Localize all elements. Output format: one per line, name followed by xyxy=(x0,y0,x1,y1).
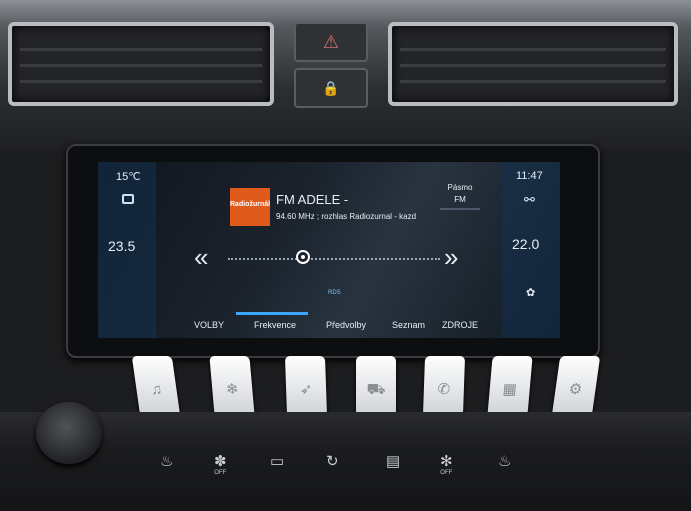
tab-zdroje[interactable]: ZDROJE xyxy=(442,320,478,330)
next-station-button[interactable]: » xyxy=(444,242,458,273)
seat-heat-right-button[interactable]: ♨ xyxy=(498,452,511,470)
radio-tab-bar: VOLBY Frekvence Předvolby Seznam ZDROJE xyxy=(156,312,502,338)
music-note-icon: ♫ xyxy=(149,381,164,398)
tab-seznam[interactable]: Seznam xyxy=(392,320,425,330)
frequency-slider-handle[interactable] xyxy=(296,250,310,264)
recirculation-icon: ↻ xyxy=(326,453,339,470)
station-logo: Radiožurnál xyxy=(230,188,270,226)
frequency-text: 94.60 MHz ; rozhlas Radiozurnal - kazd xyxy=(276,212,417,221)
rear-defrost-icon: ▤ xyxy=(386,453,401,470)
climate-control-panel xyxy=(0,412,691,511)
car-icon: ⛟ xyxy=(366,381,386,398)
fan-off-icon: ✽ xyxy=(214,453,227,470)
outside-temperature: 15℃ xyxy=(116,171,141,183)
active-tab-indicator xyxy=(236,312,308,315)
previous-station-button[interactable]: « xyxy=(194,242,208,273)
band-selector[interactable]: Pásmo FM xyxy=(440,182,480,210)
right-air-vent[interactable] xyxy=(388,22,678,106)
hazard-button[interactable]: ⚠ xyxy=(294,22,368,62)
phone-key[interactable]: ✆ xyxy=(422,356,466,416)
hazard-icon: ⚠ xyxy=(322,32,340,52)
seat-heat-right-icon: ♨ xyxy=(498,453,512,470)
rear-defrost-button[interactable]: ▤ xyxy=(386,452,400,470)
tab-frekvence[interactable]: Frekvence xyxy=(254,320,296,330)
ac-off-button[interactable]: ✽ OFF xyxy=(214,452,227,476)
gear-icon: ⚙ xyxy=(567,381,584,398)
lock-icon: 🔒 xyxy=(322,80,340,96)
navigation-key[interactable]: ➶ xyxy=(284,356,328,416)
apps-icon: ▦ xyxy=(501,381,518,398)
climate-off-label: OFF xyxy=(440,470,453,476)
tab-volby[interactable]: VOLBY xyxy=(194,320,224,330)
climate-icon: ❄ xyxy=(225,381,240,398)
left-temperature[interactable]: 23.5 xyxy=(108,238,135,254)
climate-off-button[interactable]: ✻ OFF xyxy=(440,452,453,476)
fan-icon[interactable]: ✿ xyxy=(526,286,535,299)
seat-heat-left-button[interactable]: ♨ xyxy=(160,452,173,470)
rds-label: RDS xyxy=(328,290,341,296)
connectivity-icon[interactable]: ⚯ xyxy=(524,192,535,208)
apps-key[interactable]: ▦ xyxy=(487,356,533,416)
station-name: FM ADELE - xyxy=(276,192,349,207)
settings-key[interactable]: ⚙ xyxy=(551,356,601,416)
right-climate-column: 11:47 ⚯ 22.0 ✿ xyxy=(502,162,560,338)
left-climate-column: 15℃ 23.5 xyxy=(98,162,156,338)
clock: 11:47 xyxy=(516,170,543,182)
defrost-icon: ▭ xyxy=(270,453,285,470)
band-label: Pásmo xyxy=(447,183,473,192)
seat-heat-icon: ♨ xyxy=(160,453,174,470)
phone-icon[interactable] xyxy=(122,194,134,204)
band-value: FM xyxy=(454,195,466,204)
front-defrost-button[interactable]: ▭ xyxy=(270,452,284,470)
ac-off-label: OFF xyxy=(214,470,227,476)
vehicle-key[interactable]: ⛟ xyxy=(356,356,396,416)
navigation-icon: ➶ xyxy=(299,381,313,398)
media-key[interactable]: ♫ xyxy=(131,356,181,416)
recirculation-button[interactable]: ↻ xyxy=(326,452,339,470)
central-lock-button[interactable]: 🔒 xyxy=(294,68,368,108)
phone-handset-icon: ✆ xyxy=(437,381,451,398)
tab-predvolby[interactable]: Předvolby xyxy=(326,320,366,330)
climate-off-icon: ✻ xyxy=(440,453,453,470)
volume-knob[interactable] xyxy=(36,402,102,464)
frequency-slider-track[interactable] xyxy=(228,258,440,260)
infotainment-screen: 15℃ 23.5 11:47 ⚯ 22.0 ✿ Radiožurnál FM A… xyxy=(98,162,560,338)
climate-key[interactable]: ❄ xyxy=(209,356,255,416)
left-air-vent[interactable] xyxy=(8,22,274,106)
right-temperature[interactable]: 22.0 xyxy=(512,236,539,252)
